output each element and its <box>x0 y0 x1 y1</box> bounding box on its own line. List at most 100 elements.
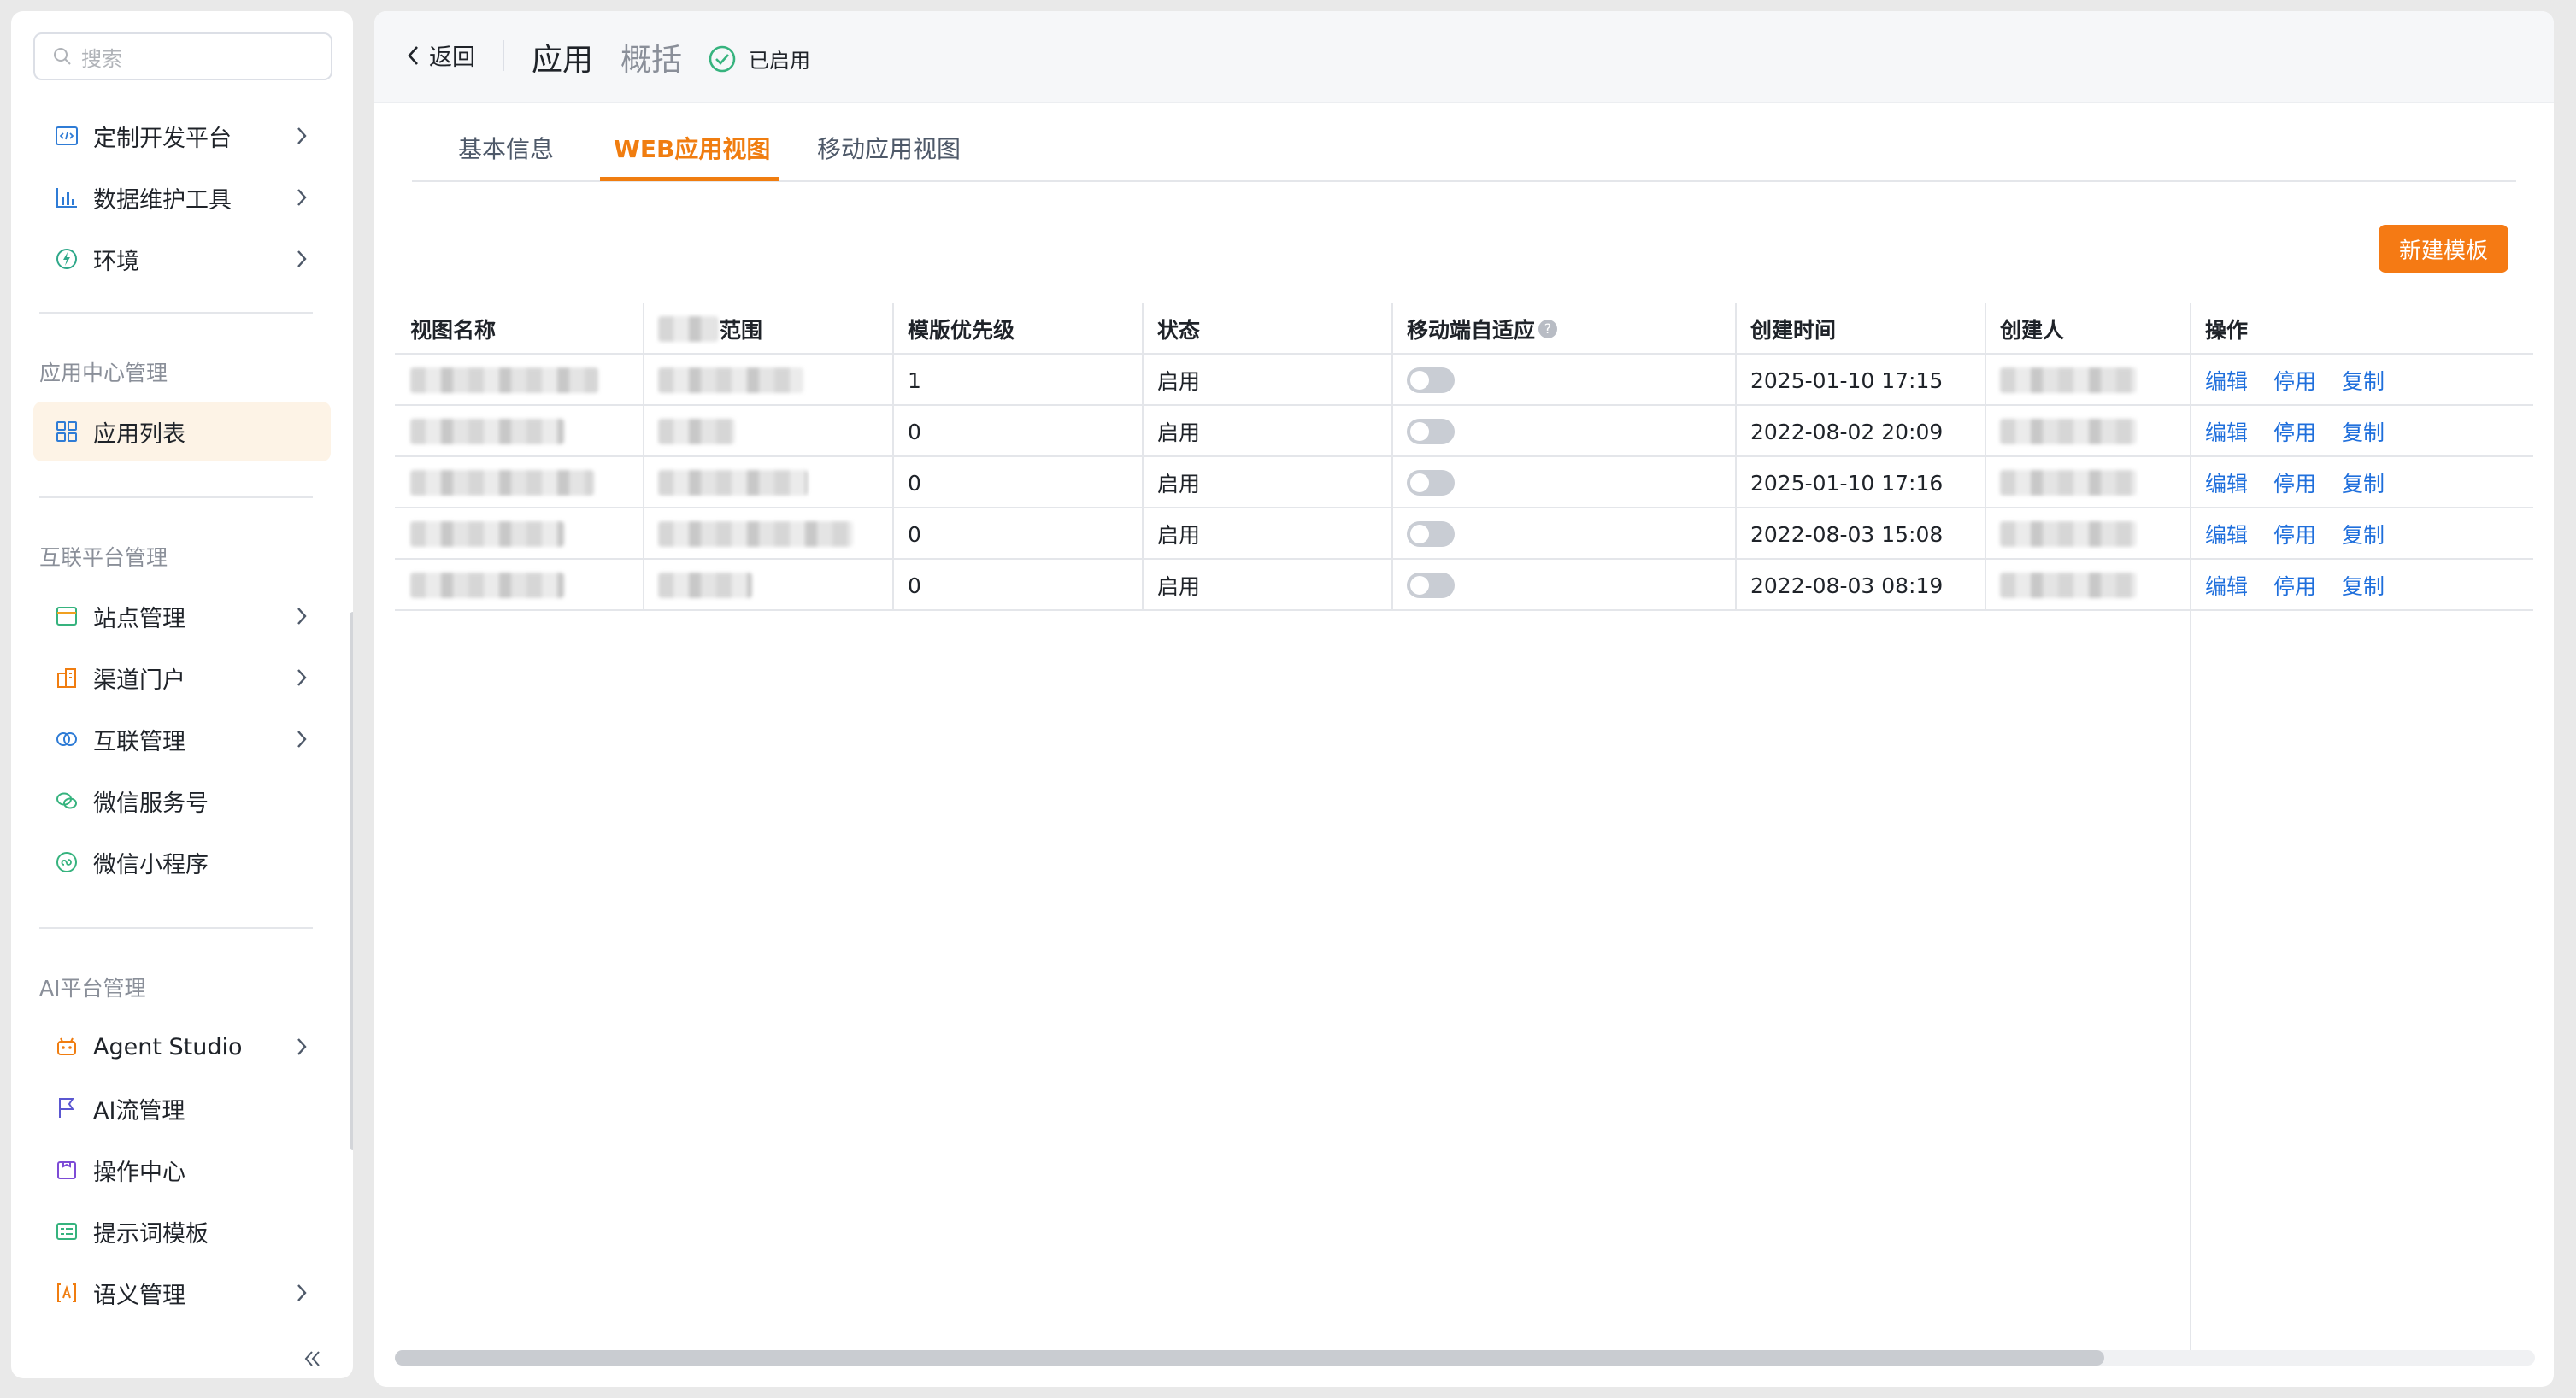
view-name-cell <box>395 355 598 406</box>
column-header: 模版优先级 <box>908 318 1015 343</box>
new-template-button[interactable]: 新建模板 <box>2379 225 2508 273</box>
column-header: 创建时间 <box>1750 318 1837 343</box>
redacted-text <box>658 367 803 393</box>
sidebar-item-app-list[interactable]: 应用列表 <box>33 402 331 461</box>
help-icon[interactable]: ? <box>1538 320 1558 338</box>
mobile-adapt-toggle[interactable] <box>1407 521 1455 547</box>
edit-link[interactable]: 编辑 <box>2205 570 2248 601</box>
sidebar-item-site-management[interactable]: 站点管理 <box>33 586 331 646</box>
back-button[interactable]: 返回 <box>403 38 475 72</box>
mobile-adapt-cell <box>1391 406 1455 457</box>
search-input[interactable]: 搜索 <box>33 32 332 80</box>
sidebar-item-wechat-service[interactable]: 微信服务号 <box>33 771 331 831</box>
column-header-label: 移动端自适应 <box>1407 318 1536 343</box>
disable-link[interactable]: 停用 <box>2273 570 2316 601</box>
sidebar-item-operation-center[interactable]: 操作中心 <box>33 1140 331 1200</box>
tab-web-view[interactable]: WEB应用视图 <box>614 131 770 165</box>
edit-link[interactable]: 编辑 <box>2205 467 2248 498</box>
search-placeholder: 搜索 <box>81 46 122 71</box>
copy-link[interactable]: 复制 <box>2342 416 2385 447</box>
created-time-cell: 2025-01-10 17:15 <box>1750 367 1944 393</box>
mobile-adapt-cell <box>1391 355 1455 406</box>
sidebar-scrollbar[interactable] <box>350 612 353 1150</box>
created-time-cell: 2022-08-03 08:19 <box>1750 573 1944 598</box>
scope-cell <box>643 560 752 611</box>
sidebar-item-label: 应用列表 <box>93 420 185 448</box>
redacted-text <box>2000 470 2137 496</box>
sidebar-item-mini-program[interactable]: 微信小程序 <box>33 832 331 892</box>
table-row: 0 启用 2022-08-03 15:08 编辑 停用 复制 <box>395 508 2533 560</box>
copy-link[interactable]: 复制 <box>2342 365 2385 396</box>
sidebar-item-label: 语义管理 <box>93 1282 185 1309</box>
redacted-text <box>410 573 564 598</box>
sidebar-item-interconnect[interactable]: 互联管理 <box>33 709 331 769</box>
divider <box>39 312 313 314</box>
horizontal-scrollbar-thumb[interactable] <box>395 1350 2104 1366</box>
sidebar-item-prompt-template[interactable]: 提示词模板 <box>33 1201 331 1261</box>
copy-link[interactable]: 复制 <box>2342 519 2385 549</box>
sidebar-item-label: 提示词模板 <box>93 1220 209 1248</box>
disable-link[interactable]: 停用 <box>2273 416 2316 447</box>
table-header: 视图名称 范围 模版优先级 状态 移动端自适应? 创建时间 创建人 操作 <box>395 303 2533 355</box>
divider <box>39 927 313 929</box>
chevron-right-icon <box>297 127 307 144</box>
chevron-right-icon <box>297 608 307 625</box>
disable-link[interactable]: 停用 <box>2273 365 2316 396</box>
sidebar-item-ai-flow[interactable]: AI流管理 <box>33 1078 331 1138</box>
edit-link[interactable]: 编辑 <box>2205 519 2248 549</box>
status-label: 已启用 <box>749 49 810 73</box>
redacted-text <box>658 573 752 598</box>
priority-cell: 1 <box>908 367 921 393</box>
redacted-text <box>658 521 853 547</box>
tab-mobile-view[interactable]: 移动应用视图 <box>817 131 961 165</box>
column-header: 创建人 <box>2000 318 2065 343</box>
status-cell: 启用 <box>1157 369 1201 394</box>
main-panel: 返回 应用 概括 已启用 基本信息 WEB应用视图 移动应用视图 新建模板 视图… <box>374 11 2554 1387</box>
sidebar-item-semantic[interactable]: 语义管理 <box>33 1263 331 1323</box>
scope-cell <box>643 508 853 560</box>
sidebar-item-label: 操作中心 <box>93 1159 185 1186</box>
collapse-sidebar-icon[interactable] <box>299 1346 325 1372</box>
sidebar-item-agent-studio[interactable]: Agent Studio <box>33 1017 331 1077</box>
redacted-text <box>658 470 808 496</box>
mobile-adapt-toggle[interactable] <box>1407 573 1455 598</box>
mobile-adapt-toggle[interactable] <box>1407 367 1455 393</box>
chevron-right-icon <box>297 669 307 686</box>
horizontal-scrollbar[interactable] <box>395 1350 2535 1366</box>
sidebar-item-data-tools[interactable]: 数据维护工具 <box>33 167 331 227</box>
sidebar-item-label: 数据维护工具 <box>93 186 232 214</box>
view-name-cell <box>395 560 564 611</box>
edit-link[interactable]: 编辑 <box>2205 365 2248 396</box>
tab-basic-info[interactable]: 基本信息 <box>458 131 554 165</box>
mobile-adapt-cell <box>1391 508 1455 560</box>
disable-link[interactable]: 停用 <box>2273 519 2316 549</box>
chevron-left-icon <box>408 45 418 65</box>
semantic-icon <box>54 1280 79 1306</box>
edit-link[interactable]: 编辑 <box>2205 416 2248 447</box>
sidebar-item-environment[interactable]: 环境 <box>33 229 331 289</box>
status-cell: 启用 <box>1157 420 1201 445</box>
sidebar-item-channel-portal[interactable]: 渠道门户 <box>33 648 331 708</box>
site-icon <box>54 603 79 629</box>
scope-cell <box>643 406 735 457</box>
chevron-right-icon <box>297 189 307 206</box>
actions-cell: 编辑 停用 复制 <box>2190 457 2410 508</box>
mobile-adapt-cell <box>1391 457 1455 508</box>
mobile-adapt-toggle[interactable] <box>1407 470 1455 496</box>
mobile-adapt-toggle[interactable] <box>1407 419 1455 444</box>
page-header: 返回 应用 概括 已启用 <box>374 11 2554 103</box>
table-row: 0 启用 2022-08-03 08:19 编辑 停用 复制 <box>395 560 2533 611</box>
creator-cell <box>1985 457 2137 508</box>
sidebar-item-custom-dev[interactable]: 定制开发平台 <box>33 106 331 166</box>
disable-link[interactable]: 停用 <box>2273 467 2316 498</box>
code-icon <box>54 123 79 149</box>
sidebar-item-label: 站点管理 <box>93 605 185 632</box>
redacted-text <box>410 419 564 444</box>
copy-link[interactable]: 复制 <box>2342 570 2385 601</box>
header-divider <box>503 40 504 71</box>
creator-cell <box>1985 355 2137 406</box>
creator-cell <box>1985 508 2137 560</box>
column-header: 移动端自适应? <box>1391 303 1558 355</box>
actions-column-divider <box>2190 355 2191 1354</box>
copy-link[interactable]: 复制 <box>2342 467 2385 498</box>
